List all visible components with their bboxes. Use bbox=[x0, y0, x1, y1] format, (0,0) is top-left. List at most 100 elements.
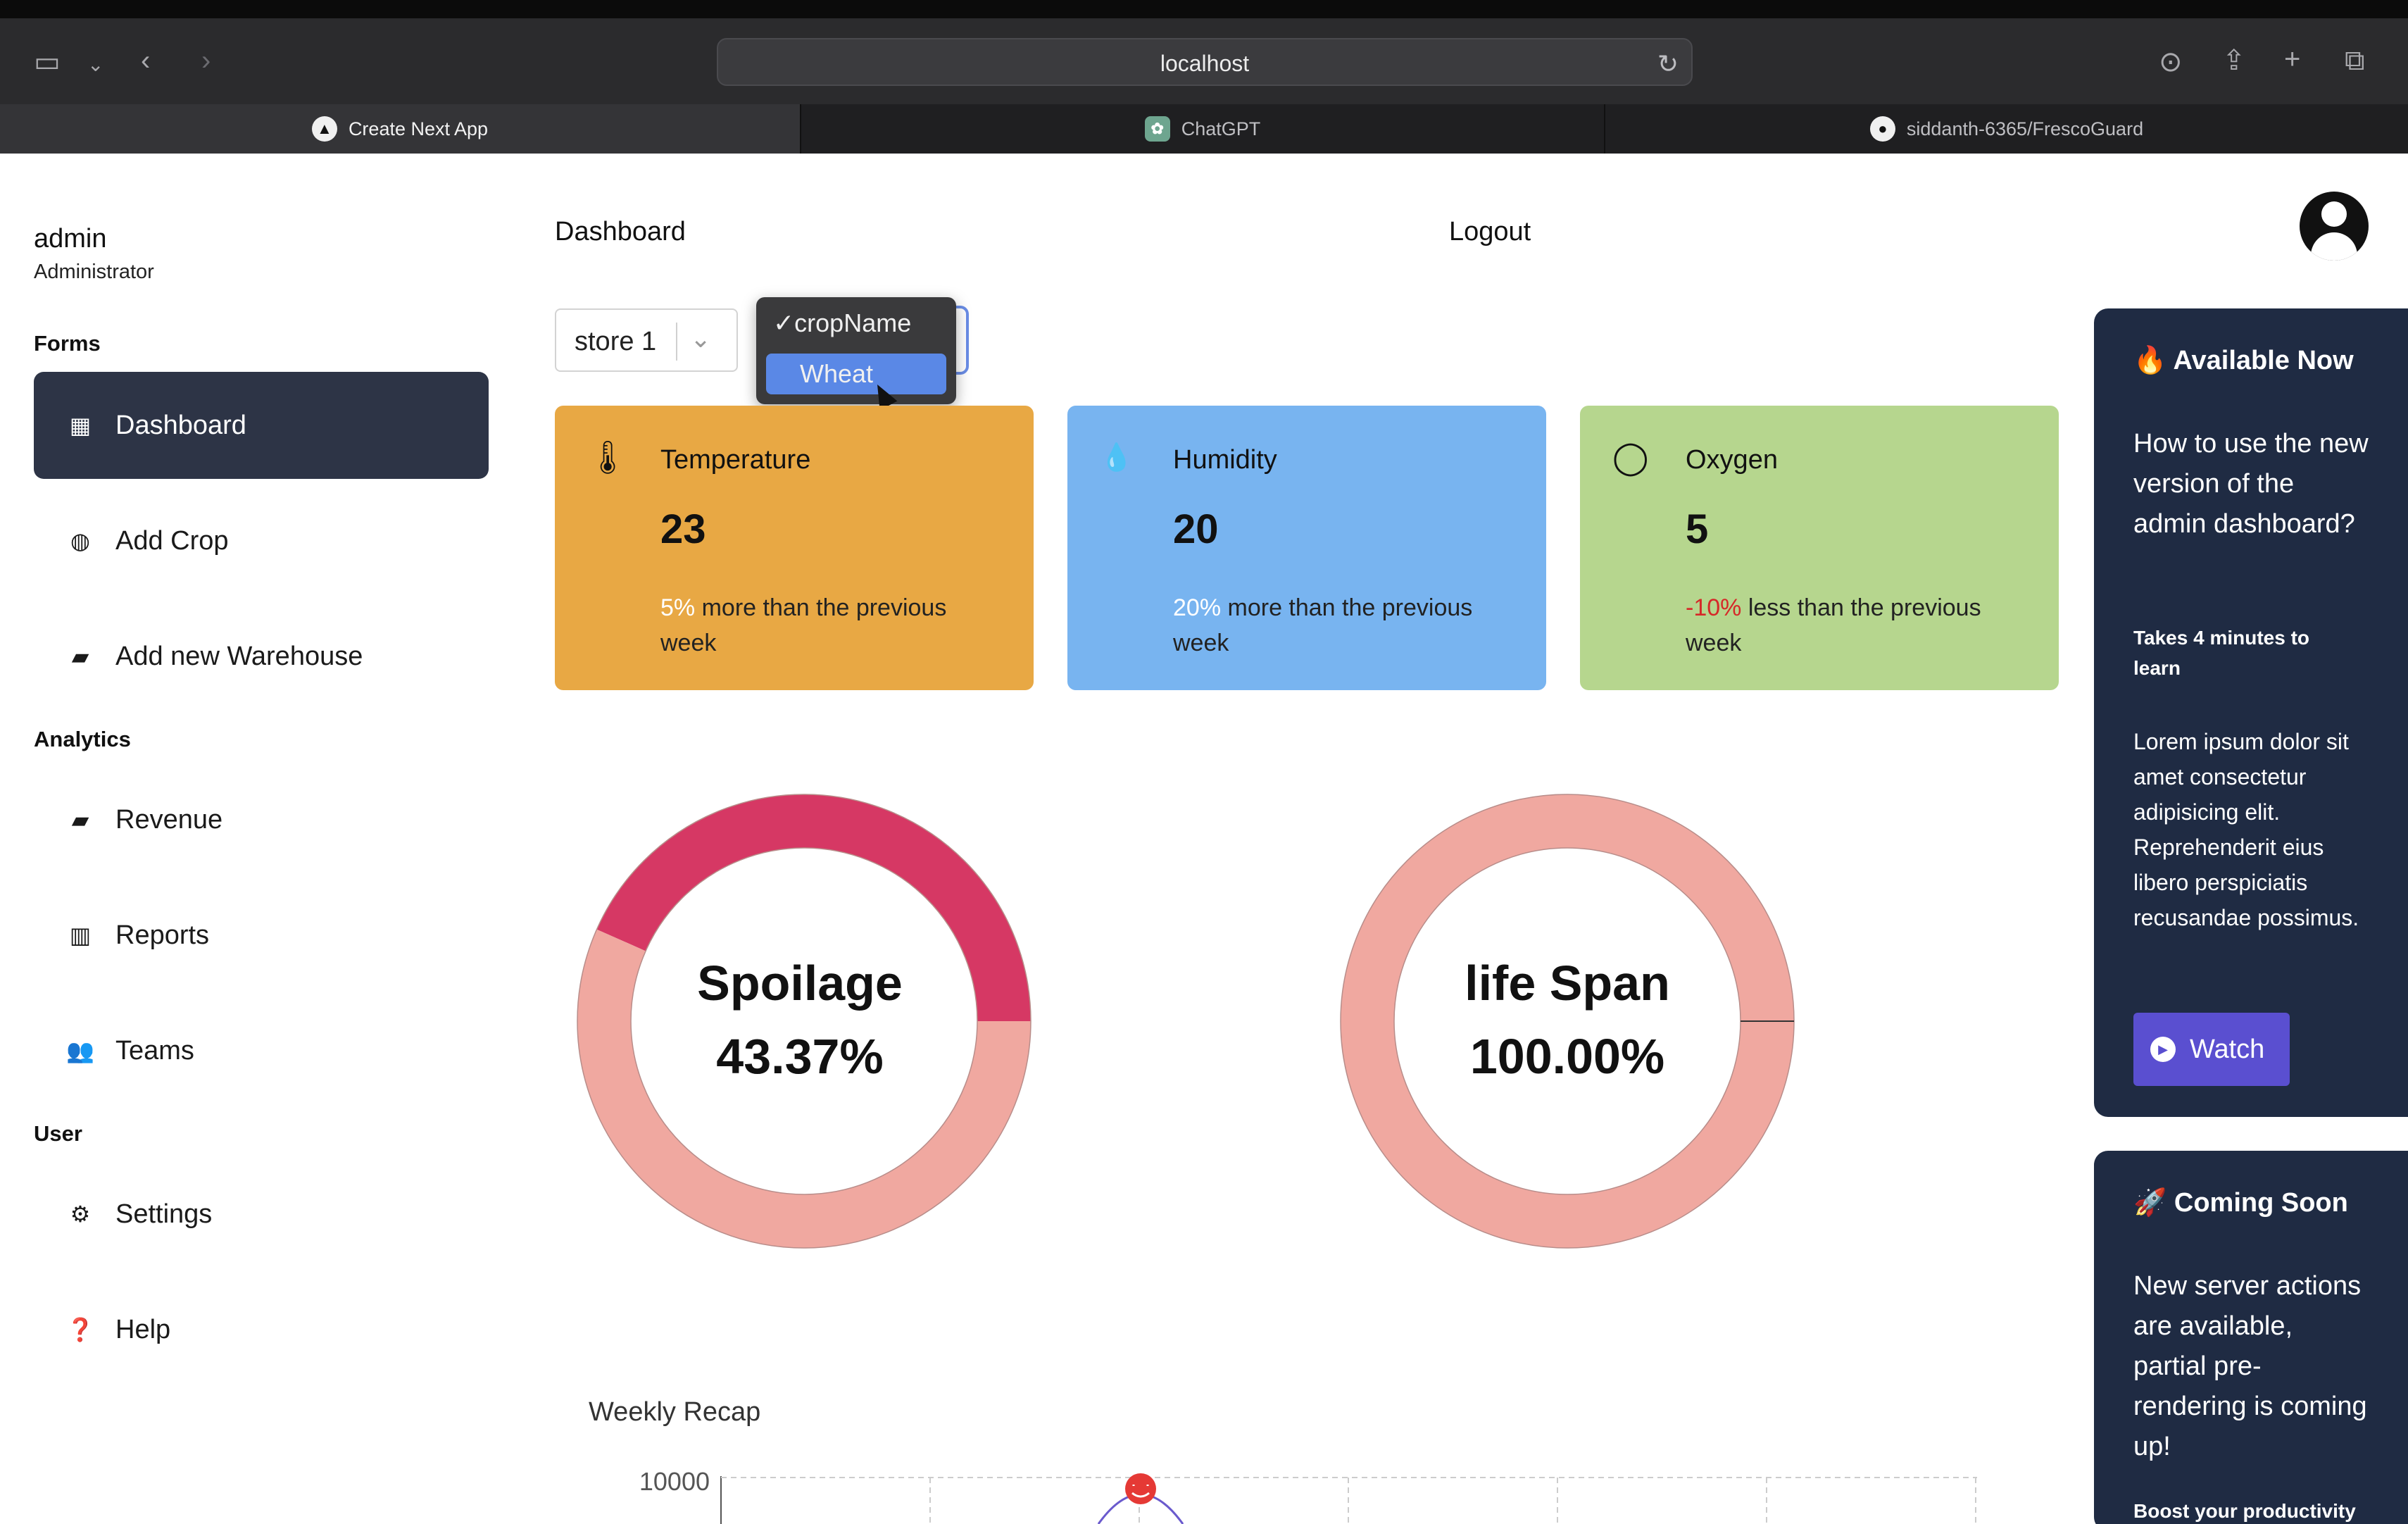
download-icon[interactable]: ⊙ bbox=[2159, 48, 2183, 76]
app-window: ▭ ⌄ ‹ › localhost ↻ ⊙ ⇪ + ⧉ ▲ Create Nex… bbox=[0, 0, 2408, 1524]
sidebar-item-dashboard[interactable]: ▦ Dashboard bbox=[34, 372, 489, 479]
new-tab-icon[interactable]: + bbox=[2284, 45, 2300, 73]
github-icon: ● bbox=[1869, 116, 1895, 142]
chevron-down-icon[interactable]: ⌄ bbox=[87, 51, 104, 79]
crop-dropdown: ✓cropName Wheat bbox=[756, 297, 956, 404]
promo-coming-card: 🚀 Coming Soon New server actions are ava… bbox=[2094, 1151, 2408, 1524]
donut-title: life Span bbox=[1465, 956, 1670, 1011]
promo-title: 🚀 Coming Soon bbox=[2133, 1187, 2348, 1218]
card-delta: 5% more than the previous week bbox=[660, 590, 991, 661]
y-tick-label: 10000 bbox=[639, 1467, 710, 1496]
rocket-icon: 🚀 bbox=[2133, 1188, 2167, 1218]
watch-button[interactable]: ▶ Watch bbox=[2133, 1013, 2290, 1086]
crop-icon: ◍ bbox=[70, 528, 90, 554]
promo-footer: Boost your productivity bbox=[2133, 1500, 2356, 1522]
sidebar-item-reports[interactable]: ▥ Reports bbox=[34, 882, 489, 989]
forward-icon[interactable]: › bbox=[201, 46, 211, 75]
oxygen-card: ◯ Oxygen 5 -10% less than the previous w… bbox=[1580, 406, 2059, 690]
briefcase-icon: ▰ bbox=[71, 807, 89, 832]
sidebar: admin Administrator Forms ▦ Dashboard ◍ … bbox=[0, 154, 507, 1524]
help-icon: ❓ bbox=[66, 1317, 94, 1342]
gear-icon: ⚙ bbox=[70, 1201, 91, 1227]
share-icon[interactable]: ⇪ bbox=[2222, 46, 2246, 75]
nav-dashboard-link[interactable]: Dashboard bbox=[555, 217, 686, 247]
sidebar-item-label: Reports bbox=[115, 920, 210, 950]
smiley-marker-icon[interactable] bbox=[1125, 1473, 1156, 1504]
promo-body: Lorem ipsum dolor sit amet consectetur a… bbox=[2133, 729, 2359, 930]
sidebar-item-revenue[interactable]: ▰ Revenue bbox=[34, 766, 489, 873]
donut-value: 100.00% bbox=[1469, 1029, 1665, 1084]
sidebar-item-label: Dashboard bbox=[115, 410, 246, 440]
sidebar-item-help[interactable]: ❓ Help bbox=[34, 1276, 489, 1383]
reload-icon[interactable]: ↻ bbox=[1657, 49, 1679, 79]
option-label: cropName bbox=[794, 308, 912, 337]
user-role: Administrator bbox=[34, 261, 154, 283]
card-value: 20 bbox=[1173, 506, 1219, 552]
select-separator bbox=[676, 323, 677, 361]
watch-button-label: Watch bbox=[2190, 1034, 2265, 1064]
sidebar-item-settings[interactable]: ⚙ Settings bbox=[34, 1161, 489, 1268]
sidebar-item-teams[interactable]: 👥 Teams bbox=[34, 997, 489, 1104]
store-select-value: store 1 bbox=[575, 327, 657, 356]
bag-icon: ▰ bbox=[71, 644, 89, 669]
sidebar-item-label: Help bbox=[115, 1314, 171, 1344]
promo-title-text: Available Now bbox=[2173, 346, 2354, 375]
check-icon: ✓ bbox=[773, 308, 795, 337]
menu-bar bbox=[0, 0, 2408, 18]
fire-icon: 🔥 bbox=[2133, 346, 2167, 375]
store-select[interactable]: store 1 ⌄ bbox=[555, 308, 738, 372]
tab-label: Create Next App bbox=[348, 118, 489, 139]
address-bar[interactable]: localhost ↻ bbox=[717, 38, 1693, 86]
tab-label: siddanth-6365/FrescoGuard bbox=[1906, 118, 2144, 139]
donut-value: 43.37% bbox=[716, 1029, 884, 1084]
donut-title: Spoilage bbox=[697, 956, 903, 1011]
tab-github[interactable]: ● siddanth-6365/FrescoGuard bbox=[1605, 104, 2408, 154]
section-forms: Forms bbox=[34, 331, 101, 356]
lifespan-label: life Span 100.00% bbox=[1356, 947, 1779, 1093]
chevron-down-icon[interactable]: ⌄ bbox=[690, 324, 711, 354]
nextjs-icon: ▲ bbox=[311, 116, 337, 142]
sidebar-item-label: Add new Warehouse bbox=[115, 641, 363, 671]
browser-toolbar: ▭ ⌄ ‹ › localhost ↻ ⊙ ⇪ + ⧉ bbox=[0, 18, 2408, 104]
back-icon[interactable]: ‹ bbox=[141, 46, 150, 75]
avatar-head bbox=[2321, 201, 2347, 227]
tab-label: ChatGPT bbox=[1181, 118, 1261, 139]
sidebar-toggle-icon[interactable]: ▭ bbox=[34, 48, 61, 76]
card-value: 5 bbox=[1686, 506, 1709, 552]
sidebar-item-add-crop[interactable]: ◍ Add Crop bbox=[34, 487, 489, 594]
thermometer-icon: 🌡 bbox=[587, 439, 629, 475]
card-title: Oxygen bbox=[1686, 445, 1778, 475]
card-title: Humidity bbox=[1173, 445, 1277, 475]
delta-percent: -10% bbox=[1686, 594, 1742, 621]
oxygen-icon: ◯ bbox=[1612, 439, 1649, 475]
dashboard-icon: ▦ bbox=[69, 413, 92, 438]
people-icon: 👥 bbox=[66, 1038, 94, 1063]
user-name: admin bbox=[34, 224, 107, 254]
tab-overview-icon[interactable]: ⧉ bbox=[2345, 46, 2365, 75]
dropdown-option-cropname[interactable]: ✓cropName bbox=[766, 308, 946, 349]
drop-icon: 💧 bbox=[1100, 443, 1134, 473]
tab-create-next-app[interactable]: ▲ Create Next App bbox=[0, 104, 801, 154]
sidebar-item-label: Settings bbox=[115, 1199, 213, 1229]
chatgpt-icon: ✿ bbox=[1144, 116, 1170, 142]
promo-title-text: Coming Soon bbox=[2174, 1188, 2348, 1218]
promo-body: New server actions are available, partia… bbox=[2133, 1271, 2367, 1461]
avatar[interactable] bbox=[2300, 192, 2369, 261]
dropdown-option-wheat[interactable]: Wheat bbox=[766, 354, 946, 394]
weekly-recap-chart: 10000 bbox=[639, 1467, 1977, 1524]
chart-icon: ▥ bbox=[69, 923, 92, 948]
url-text: localhost bbox=[1160, 51, 1250, 76]
logout-link[interactable]: Logout bbox=[1449, 217, 1531, 247]
sidebar-item-label: Add Crop bbox=[115, 525, 229, 556]
weekly-recap-title: Weekly Recap bbox=[589, 1397, 761, 1427]
delta-text: more than the previous week bbox=[660, 594, 947, 656]
tab-chatgpt[interactable]: ✿ ChatGPT bbox=[801, 104, 1605, 154]
card-value: 23 bbox=[660, 506, 706, 552]
temperature-card: 🌡 Temperature 23 5% more than the previo… bbox=[555, 406, 1034, 690]
sidebar-item-label: Revenue bbox=[115, 804, 223, 835]
sidebar-item-add-warehouse[interactable]: ▰ Add new Warehouse bbox=[34, 603, 489, 710]
humidity-card: 💧 Humidity 20 20% more than the previous… bbox=[1067, 406, 1546, 690]
promo-available-card: 🔥 Available Now How to use the new versi… bbox=[2094, 308, 2408, 1117]
section-user: User bbox=[34, 1121, 82, 1146]
promo-subtitle: Takes 4 minutes to learn bbox=[2133, 627, 2310, 679]
